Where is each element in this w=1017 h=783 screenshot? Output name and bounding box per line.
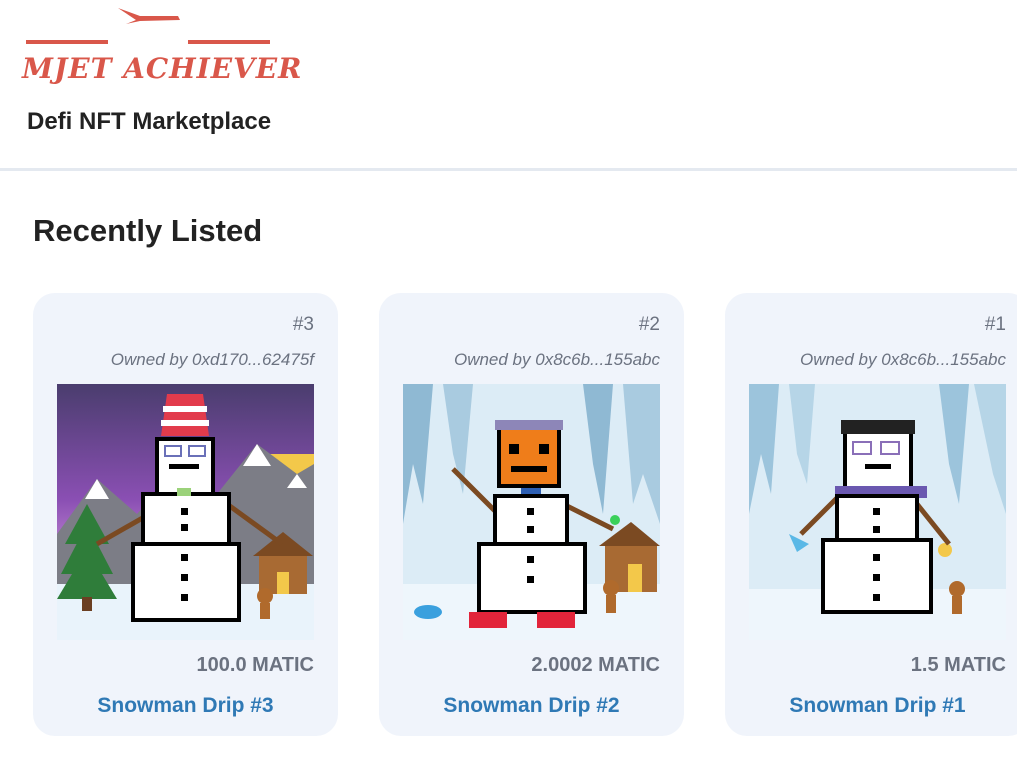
token-id: #1 (984, 314, 1006, 335)
nft-name-link[interactable]: Snowman Drip #3 (33, 694, 338, 718)
price: 100.0 MATIC (196, 654, 314, 676)
section-title: Recently Listed (33, 213, 263, 248)
nft-name-link[interactable]: Snowman Drip #1 (725, 694, 1017, 718)
nft-card[interactable]: #2 Owned by 0x8c6b...155abc 2.0002 MATIC… (379, 293, 684, 736)
nft-card[interactable]: #3 Owned by 0xd170...62475f 100.0 MATIC … (33, 293, 338, 736)
owner-address: Owned by 0x8c6b...155abc (799, 350, 1006, 369)
site-header: MJET ACHIEVER Defi NFT Marketplace (0, 0, 1017, 171)
brand-logo[interactable]: MJET ACHIEVER (22, 4, 303, 88)
nft-card[interactable]: #1 Owned by 0x8c6b...155abc 1.5 MATIC Sn… (725, 293, 1017, 736)
price: 2.0002 MATIC (531, 654, 660, 676)
price: 1.5 MATIC (910, 654, 1006, 676)
plane-icon (26, 8, 270, 44)
token-id: #3 (292, 314, 314, 335)
nft-name-link[interactable]: Snowman Drip #2 (379, 694, 684, 718)
token-id: #2 (638, 314, 660, 335)
nft-image[interactable] (749, 384, 1006, 640)
owner-address: Owned by 0xd170...62475f (110, 350, 314, 369)
owner-address: Owned by 0x8c6b...155abc (453, 350, 660, 369)
nft-image[interactable] (57, 384, 314, 640)
logo-text: MJET ACHIEVER (22, 52, 303, 85)
nft-image[interactable] (403, 384, 660, 640)
site-title: Defi NFT Marketplace (27, 108, 272, 135)
